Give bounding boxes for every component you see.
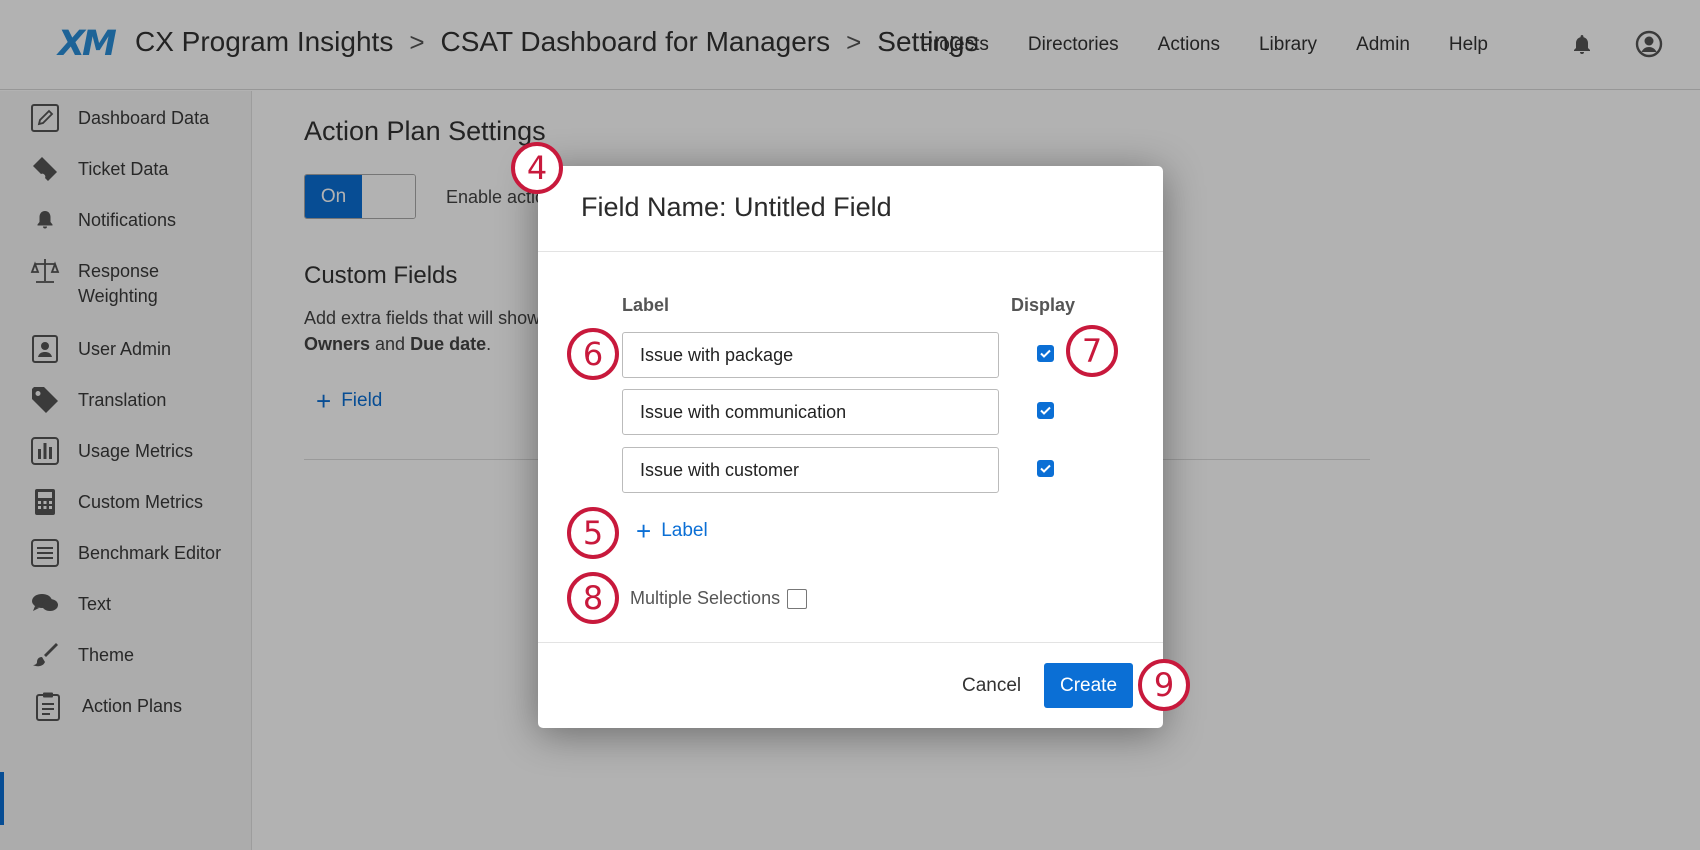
- cancel-button[interactable]: Cancel: [962, 675, 1021, 697]
- display-checkbox-3[interactable]: [1037, 460, 1054, 477]
- field-modal: Field Name: Untitled Field Label Display…: [538, 166, 1163, 728]
- modal-title: Field Name: Untitled Field: [581, 192, 892, 222]
- modal-divider: [538, 251, 1163, 252]
- label-input-1[interactable]: [622, 332, 999, 378]
- callout-6: 6: [567, 328, 619, 380]
- label-input-3[interactable]: [622, 447, 999, 493]
- add-label-text: Label: [661, 520, 708, 541]
- callout-9: 9: [1138, 659, 1190, 711]
- display-checkbox-1[interactable]: [1037, 345, 1054, 362]
- plus-icon: +: [636, 516, 652, 546]
- callout-5: 5: [567, 507, 619, 559]
- modal-footer-divider: [538, 642, 1163, 643]
- callout-7: 7: [1066, 325, 1118, 377]
- multiple-selections-checkbox[interactable]: [787, 588, 808, 609]
- add-label-button[interactable]: + Label: [636, 516, 708, 546]
- display-checkbox-2[interactable]: [1037, 402, 1054, 419]
- create-button[interactable]: Create: [1044, 663, 1133, 708]
- callout-4: 4: [511, 142, 563, 194]
- multiple-selections-option[interactable]: Multiple Selections: [630, 588, 808, 609]
- display-column-header: Display: [1011, 295, 1076, 315]
- label-input-2[interactable]: [622, 389, 999, 435]
- label-column-header: Label: [622, 295, 670, 315]
- multiple-selections-label: Multiple Selections: [630, 588, 781, 608]
- callout-8: 8: [567, 572, 619, 624]
